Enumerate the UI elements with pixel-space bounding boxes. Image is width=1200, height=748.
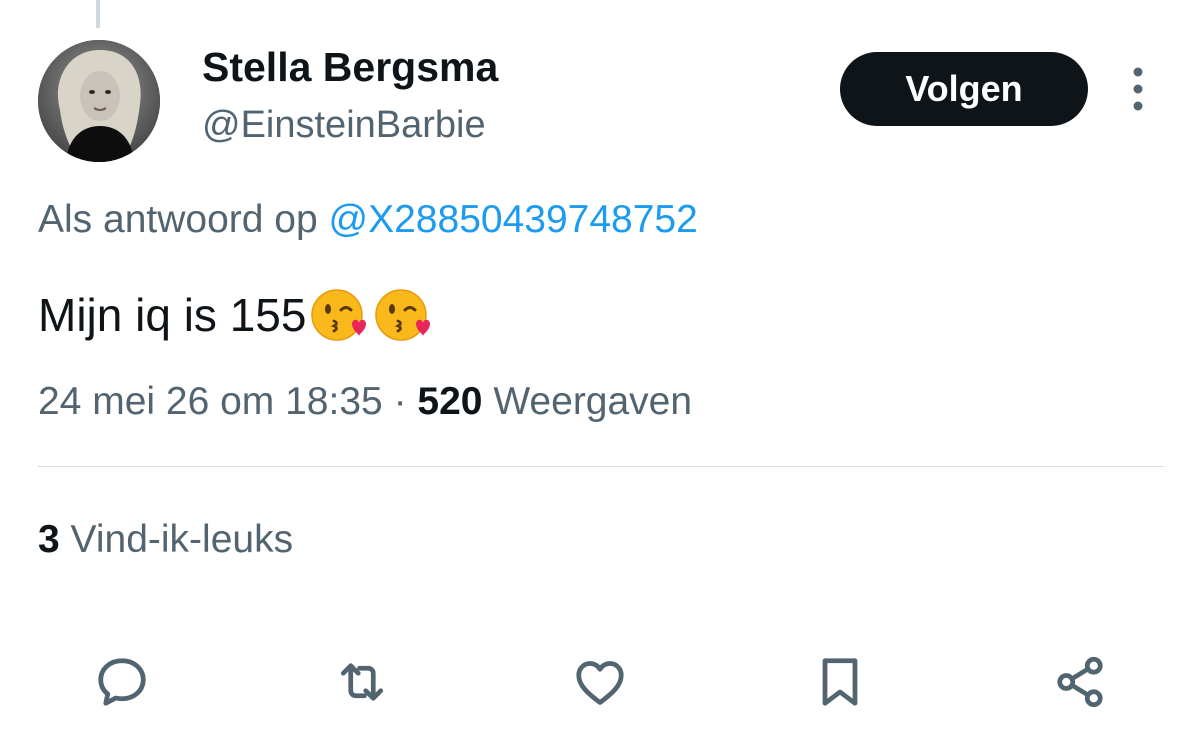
user-handle[interactable]: @EinsteinBarbie [202, 104, 486, 147]
retweet-button[interactable] [328, 648, 396, 716]
reply-prefix: Als antwoord op [38, 198, 318, 241]
reply-button[interactable] [88, 648, 156, 716]
tweet-metadata: 24 mei 26 om 18:35 · 520 Weergaven [38, 380, 692, 424]
divider [38, 466, 1164, 467]
avatar[interactable] [38, 40, 160, 162]
thread-connector-line [96, 0, 100, 28]
tweet-text: Mijn iq is 155 [38, 284, 434, 346]
views-label: Weergaven [493, 380, 693, 423]
bookmark-button[interactable] [806, 648, 874, 716]
likes-label: Vind-ik-leuks [70, 518, 294, 561]
like-button[interactable] [566, 648, 634, 716]
share-nodes-icon [1057, 656, 1103, 708]
kiss-heart-emoji-icon [372, 284, 434, 346]
share-button[interactable] [1046, 648, 1114, 716]
speech-bubble-icon [98, 658, 146, 706]
timestamp[interactable]: 24 mei 26 om 18:35 [38, 380, 383, 423]
more-options-icon[interactable] [1120, 62, 1156, 116]
follow-button[interactable]: Volgen [840, 52, 1088, 126]
display-name[interactable]: Stella Bergsma [202, 44, 498, 91]
kiss-heart-emoji-icon [308, 284, 370, 346]
views-count: 520 [417, 380, 483, 423]
tweet-text-content: Mijn iq is 155 [38, 289, 307, 341]
likes-summary[interactable]: 3 Vind-ik-leuks [38, 518, 293, 562]
separator-dot: · [393, 380, 407, 423]
heart-icon [576, 661, 624, 705]
likes-count: 3 [38, 518, 60, 561]
retweet-arrows-icon [340, 663, 384, 701]
reply-context: Als antwoord op @X28850439748752 [38, 198, 698, 242]
reply-to-link[interactable]: @X28850439748752 [329, 198, 698, 241]
bookmark-icon [822, 658, 858, 706]
